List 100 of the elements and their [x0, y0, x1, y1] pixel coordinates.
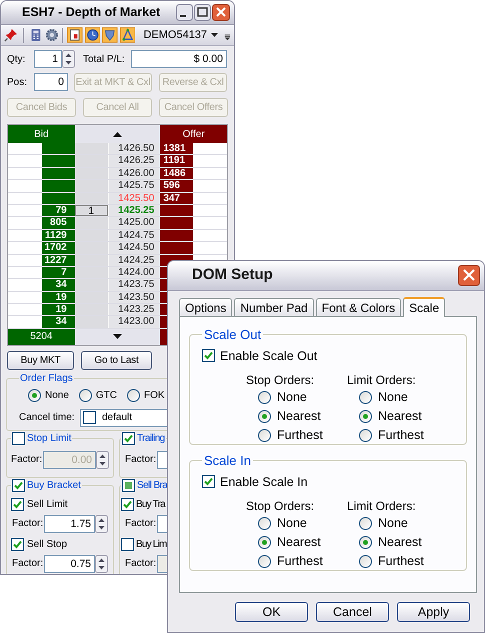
radio-button[interactable]: [359, 429, 372, 442]
checkbox[interactable]: [121, 538, 134, 551]
group-title: Order Flags: [20, 372, 73, 386]
tab[interactable]: Font & Colors: [316, 298, 402, 316]
spin-button[interactable]: [95, 554, 108, 573]
scroll-up-icon[interactable]: [113, 132, 122, 136]
window-title: ESH7 - Depth of Market: [22, 4, 160, 22]
radio-button[interactable]: [127, 389, 140, 402]
price-cell[interactable]: 1423.00: [108, 316, 160, 328]
button: Exit at MKT & Cxl: [74, 72, 152, 92]
price-cell[interactable]: 1424.50: [108, 242, 160, 254]
tab[interactable]: Number Pad: [234, 298, 314, 316]
radio-button[interactable]: [359, 391, 372, 404]
radio-label: Furthest: [277, 427, 323, 444]
radio-button[interactable]: [28, 389, 41, 402]
checkbox[interactable]: [11, 498, 24, 511]
input-field[interactable]: 0.75: [44, 554, 95, 573]
order-cell[interactable]: [74, 279, 108, 291]
price-cell[interactable]: 1426.25: [108, 155, 160, 167]
gear-icon[interactable]: [44, 27, 58, 43]
group-title: Trailing: [137, 432, 165, 446]
button[interactable]: OK: [235, 602, 308, 622]
radio-button[interactable]: [258, 391, 271, 404]
button[interactable]: Buy MKT: [7, 350, 74, 370]
offer-size-cell[interactable]: 1191: [160, 155, 194, 167]
minimize-button[interactable]: [176, 4, 193, 21]
radio-button[interactable]: [258, 555, 271, 568]
price-cell[interactable]: 1425.00: [108, 217, 160, 229]
radio-button[interactable]: [359, 517, 372, 530]
input-field[interactable]: $ 0.00: [131, 50, 227, 68]
radio-button[interactable]: [78, 389, 92, 402]
caret-icon: [211, 33, 218, 37]
button[interactable]: Cancel: [316, 602, 389, 622]
bid-size-cell[interactable]: 34: [42, 279, 75, 291]
input-field[interactable]: 1.75: [44, 514, 95, 533]
button[interactable]: Apply: [397, 602, 470, 622]
order-cell[interactable]: [74, 180, 108, 192]
checkbox-label: Buy Tra: [136, 498, 165, 512]
input-field[interactable]: 0: [34, 73, 68, 91]
offer-size-cell[interactable]: 596: [160, 180, 194, 192]
checkbox[interactable]: [83, 411, 96, 424]
bid-size-cell[interactable]: 805: [42, 217, 75, 229]
close-button[interactable]: [212, 4, 230, 21]
price-cell[interactable]: 1426.50: [108, 143, 160, 154]
radio-button[interactable]: [359, 555, 372, 568]
spin-button[interactable]: [96, 450, 109, 469]
checkbox[interactable]: [122, 432, 135, 445]
button[interactable]: Go to Last: [81, 350, 152, 370]
price-cell[interactable]: 1423.25: [108, 304, 160, 316]
offer-size-cell[interactable]: 347: [160, 192, 194, 204]
radio-button[interactable]: [258, 517, 271, 530]
field-label: Cancel time:: [19, 411, 76, 426]
clock-icon[interactable]: [84, 26, 100, 44]
pin-icon[interactable]: [4, 27, 18, 43]
offer-size-cell[interactable]: [160, 217, 194, 229]
calculator-icon[interactable]: [28, 27, 43, 43]
scroll-down-icon[interactable]: [113, 334, 122, 340]
radio-button[interactable]: [258, 536, 271, 550]
price-cell[interactable]: 1425.75: [108, 180, 160, 192]
bid-size-cell[interactable]: [42, 143, 75, 154]
tab[interactable]: Scale: [403, 297, 446, 317]
offer-size-cell[interactable]: 1486: [160, 168, 194, 180]
bid-size-cell[interactable]: [42, 155, 75, 167]
offer-size-cell[interactable]: [160, 242, 194, 254]
bid-size-cell[interactable]: 1702: [42, 242, 75, 254]
tab[interactable]: Options: [179, 298, 232, 316]
checkbox[interactable]: [11, 538, 24, 551]
bid-size-cell[interactable]: [42, 180, 75, 192]
shield-icon[interactable]: [102, 26, 118, 44]
order-cell[interactable]: [74, 242, 108, 254]
order-cell[interactable]: [74, 155, 108, 167]
order-cell[interactable]: [74, 217, 108, 229]
radio-button[interactable]: [359, 536, 372, 550]
dialog-title: DOM Setup: [192, 265, 273, 286]
offer-size-cell[interactable]: [160, 230, 194, 242]
checkbox[interactable]: [202, 349, 215, 362]
account-dropdown[interactable]: DEMO54137: [141, 26, 220, 44]
price-cell[interactable]: 1424.25: [108, 254, 160, 266]
radio-button[interactable]: [258, 410, 271, 424]
radio-button[interactable]: [258, 429, 271, 442]
input-field[interactable]: 1: [34, 50, 62, 68]
order-cell[interactable]: [74, 304, 108, 316]
maximize-button[interactable]: [194, 4, 211, 21]
bid-size-cell[interactable]: 19: [42, 304, 75, 316]
checkbox[interactable]: [12, 478, 25, 492]
price-cell[interactable]: 1423.75: [108, 279, 160, 291]
document-icon[interactable]: [67, 26, 83, 44]
order-cell[interactable]: [74, 143, 108, 154]
spin-button[interactable]: [95, 514, 108, 533]
checkbox[interactable]: [202, 475, 215, 488]
offer-size-cell[interactable]: [160, 204, 194, 216]
checkbox[interactable]: [122, 478, 135, 492]
spin-button[interactable]: [62, 50, 75, 68]
field-label: Factor:: [125, 453, 157, 468]
checkbox[interactable]: [121, 498, 134, 511]
order-cell[interactable]: [74, 316, 108, 328]
radio-button[interactable]: [359, 410, 372, 424]
bid-size-cell[interactable]: 34: [42, 316, 75, 328]
close-button[interactable]: [458, 265, 480, 286]
offer-size-cell[interactable]: 1381: [160, 143, 194, 154]
